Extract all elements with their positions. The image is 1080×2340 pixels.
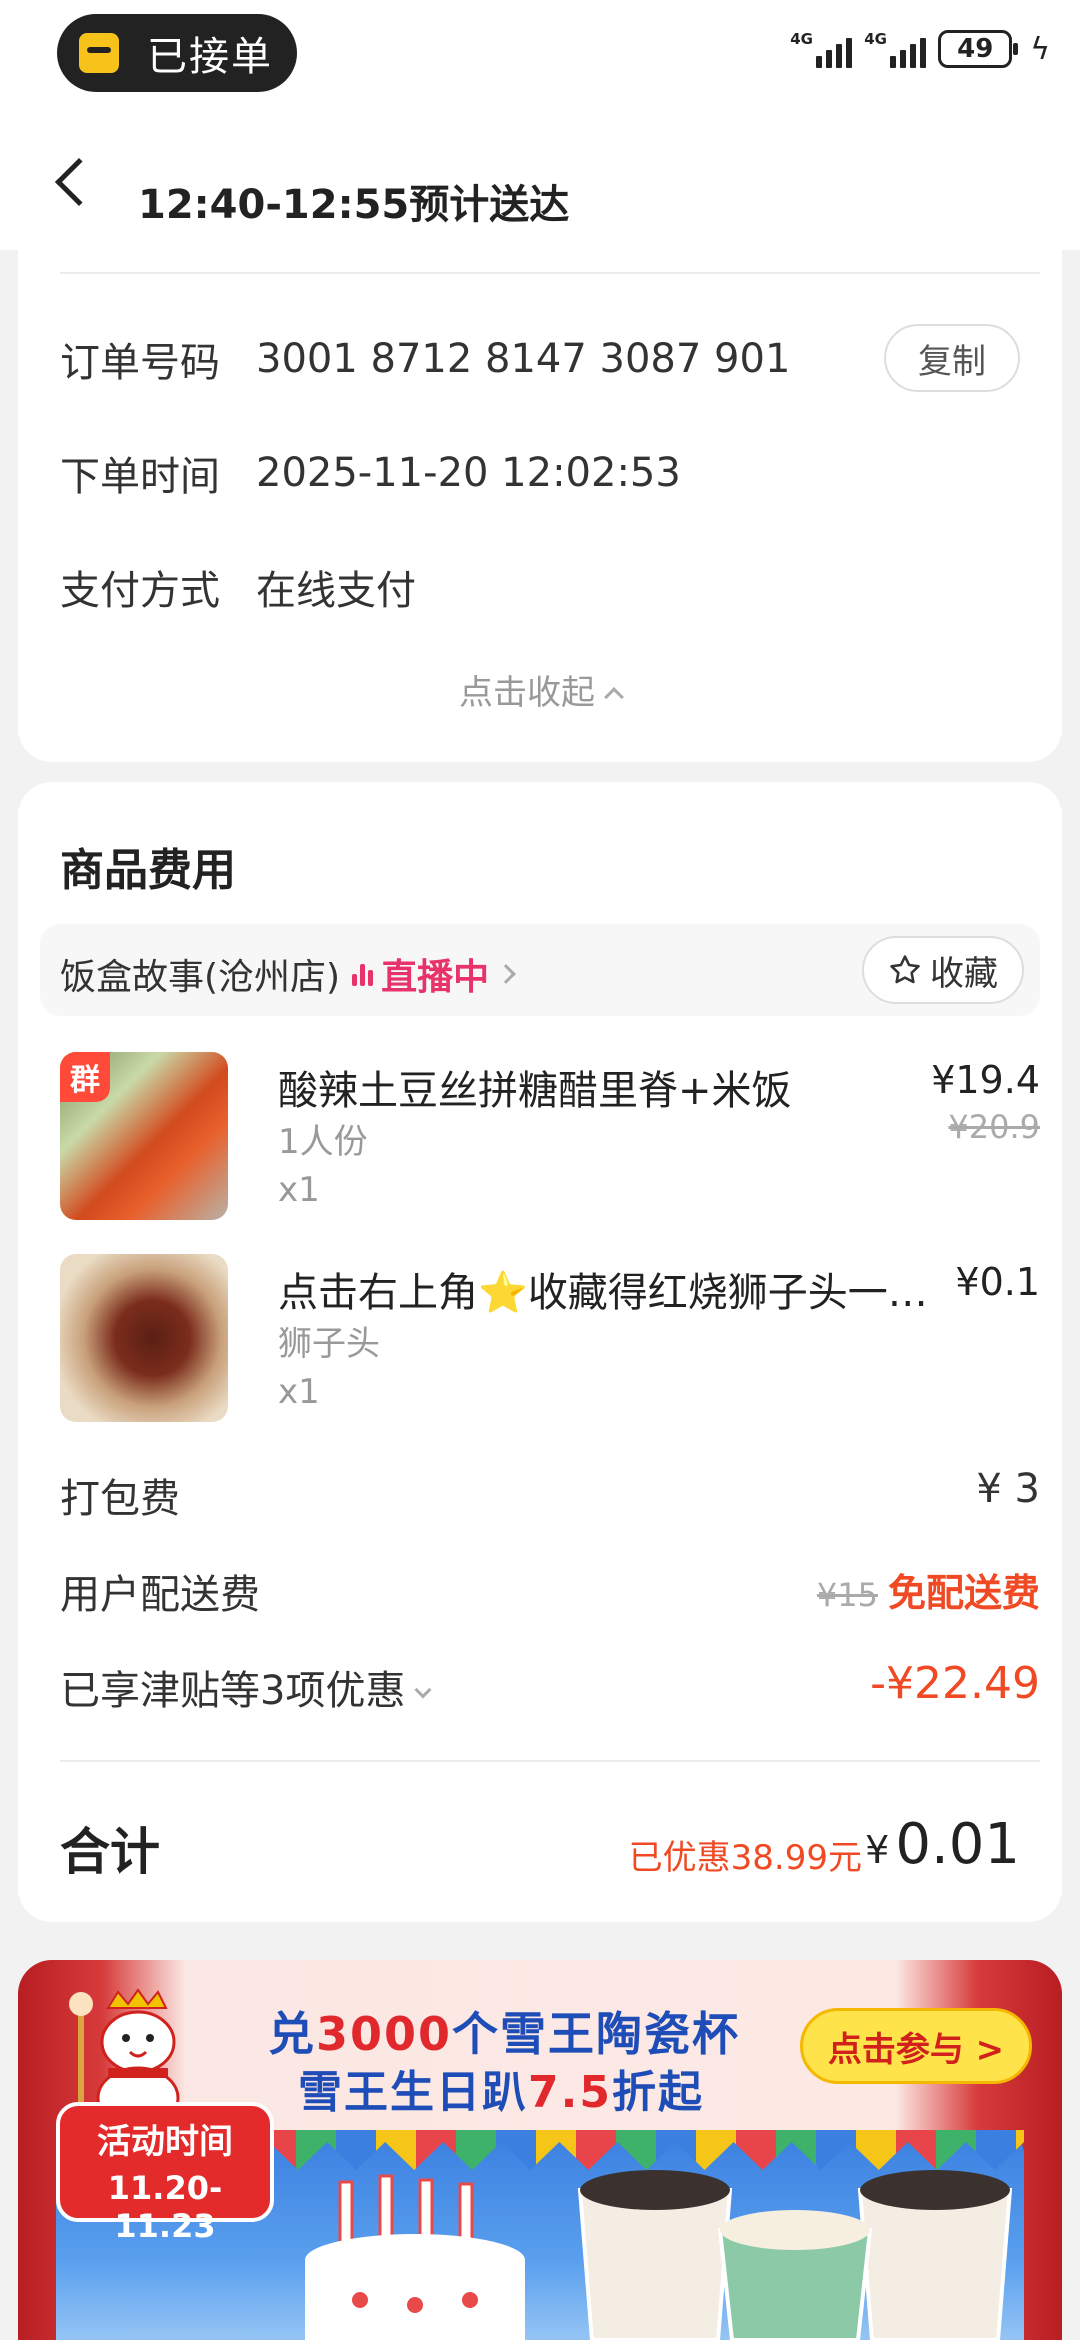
star-emoji-icon: ⭐ xyxy=(478,1270,528,1316)
order-time-label: 下单时间 xyxy=(60,454,220,500)
fees-card: 商品费用 饭盒故事(沧州店) 直播中 收藏 群 酸辣土豆丝拼糖醋里脊+米饭 1人… xyxy=(18,782,1062,1922)
copy-button[interactable]: 复制 xyxy=(884,324,1020,392)
charging-icon: ϟ xyxy=(1030,31,1050,67)
product-name: 点击右上角⭐收藏得红烧狮子头一… xyxy=(278,1270,928,1316)
birthday-cake-icon xyxy=(305,2174,525,2340)
divider xyxy=(60,272,1040,274)
list-item[interactable]: 群 酸辣土豆丝拼糖醋里脊+米饭 1人份 x1 ¥19.4 ¥20.9 xyxy=(60,1052,1040,1222)
live-bars-icon xyxy=(352,962,374,986)
free-delivery-label: 免配送费 xyxy=(887,1571,1040,1615)
order-time-row: 下单时间 2025-11-20 12:02:53 xyxy=(60,444,681,502)
total-value: 0.01 xyxy=(895,1812,1020,1877)
event-time-badge: 活动时间 11.20-11.23 xyxy=(56,2102,274,2245)
chevron-right-icon xyxy=(496,964,517,984)
live-badge: 直播中 xyxy=(381,957,490,998)
favorite-button[interactable]: 收藏 xyxy=(862,936,1024,1004)
milk-tea-cups-icon xyxy=(577,2170,1013,2340)
event-title: 活动时间 xyxy=(97,2122,233,2162)
delivery-original-fee: ¥15 xyxy=(816,1576,878,1614)
product-original-price: ¥20.9 xyxy=(948,1108,1040,1146)
shop-bar[interactable]: 饭盒故事(沧州店) 直播中 收藏 xyxy=(40,924,1040,1016)
currency-symbol: ¥ xyxy=(865,1828,890,1872)
signal-icon: 4G xyxy=(864,30,927,68)
event-dates: 11.20-11.23 xyxy=(107,2169,223,2245)
order-time-value: 2025-11-20 12:02:53 xyxy=(256,450,681,496)
product-name: 酸辣土豆丝拼糖醋里脊+米饭 xyxy=(278,1068,792,1114)
payment-label: 支付方式 xyxy=(60,568,220,614)
chevron-down-icon xyxy=(414,1681,432,1699)
page-header: 12:40-12:55预计送达 xyxy=(0,110,1080,250)
signal-icon: 4G xyxy=(790,30,853,68)
discount-label: 已享津贴等3项优惠 xyxy=(60,1668,406,1714)
promo-subheadline: 雪王生日趴7.5折起 xyxy=(298,2067,704,2118)
packing-fee-value: ¥ 3 xyxy=(976,1466,1040,1512)
chevron-up-icon xyxy=(604,687,624,707)
join-button[interactable]: 点击参与 > xyxy=(800,2008,1032,2084)
section-title: 商品费用 xyxy=(60,845,236,896)
total-amount: ¥0.01 xyxy=(865,1812,1020,1877)
shop-name: 饭盒故事(沧州店) xyxy=(60,957,341,998)
order-number-row: 订单号码 3001 8712 8147 3087 901 xyxy=(60,330,790,388)
delivery-fee-row: 用户配送费 ¥15 免配送费 xyxy=(60,1562,1040,1620)
total-label: 合计 xyxy=(60,1823,160,1881)
status-bar: 已接单 4G 4G 49 ϟ xyxy=(0,0,1080,110)
product-spec: 狮子头 xyxy=(278,1324,380,1364)
product-qty: x1 xyxy=(278,1170,320,1210)
delivery-fee-label: 用户配送费 xyxy=(60,1572,260,1618)
discount-row[interactable]: 已享津贴等3项优惠 -¥22.49 xyxy=(60,1658,1040,1716)
divider xyxy=(60,1760,1040,1762)
product-price: ¥0.1 xyxy=(955,1260,1040,1304)
order-status-label: 已接单 xyxy=(147,34,273,80)
collapse-toggle[interactable]: 点击收起 xyxy=(18,665,1062,714)
packing-fee-label: 打包费 xyxy=(60,1476,180,1522)
product-qty: x1 xyxy=(278,1372,320,1412)
system-indicators: 4G 4G 49 ϟ xyxy=(790,30,1050,68)
favorite-label: 收藏 xyxy=(930,953,998,994)
star-outline-icon xyxy=(890,955,920,984)
promo-headline: 兑3000个雪王陶瓷杯 xyxy=(268,2007,741,2061)
delivery-fee-value-group: ¥15 免配送费 xyxy=(817,1562,1040,1617)
product-spec: 1人份 xyxy=(278,1122,368,1162)
battery-icon: 49 xyxy=(938,30,1019,68)
payment-value: 在线支付 xyxy=(256,568,416,614)
shop-link[interactable]: 饭盒故事(沧州店) 直播中 xyxy=(60,948,517,1000)
payment-row: 支付方式 在线支付 xyxy=(60,558,416,616)
order-number-value: 3001 8712 8147 3087 901 xyxy=(256,336,791,382)
group-badge: 群 xyxy=(60,1052,110,1102)
product-price: ¥19.4 xyxy=(931,1058,1040,1102)
collapse-label: 点击收起 xyxy=(459,673,595,713)
packing-fee-row: 打包费 ¥ 3 xyxy=(60,1466,1040,1524)
shopping-bag-icon xyxy=(79,33,119,73)
saved-amount: 已优惠38.99元 xyxy=(628,1838,862,1878)
product-image: 群 xyxy=(60,1052,228,1220)
product-image xyxy=(60,1254,228,1422)
back-arrow-icon[interactable] xyxy=(54,157,104,207)
battery-level: 49 xyxy=(957,34,994,64)
order-number-label: 订单号码 xyxy=(60,340,220,386)
discount-value: -¥22.49 xyxy=(870,1658,1040,1709)
order-status-pill[interactable]: 已接单 xyxy=(57,14,297,92)
page-title: 12:40-12:55预计送达 xyxy=(138,182,570,228)
order-info-card: 订单号码 3001 8712 8147 3087 901 复制 下单时间 202… xyxy=(18,250,1062,762)
list-item[interactable]: 点击右上角⭐收藏得红烧狮子头一… 狮子头 x1 ¥0.1 xyxy=(60,1254,1040,1424)
